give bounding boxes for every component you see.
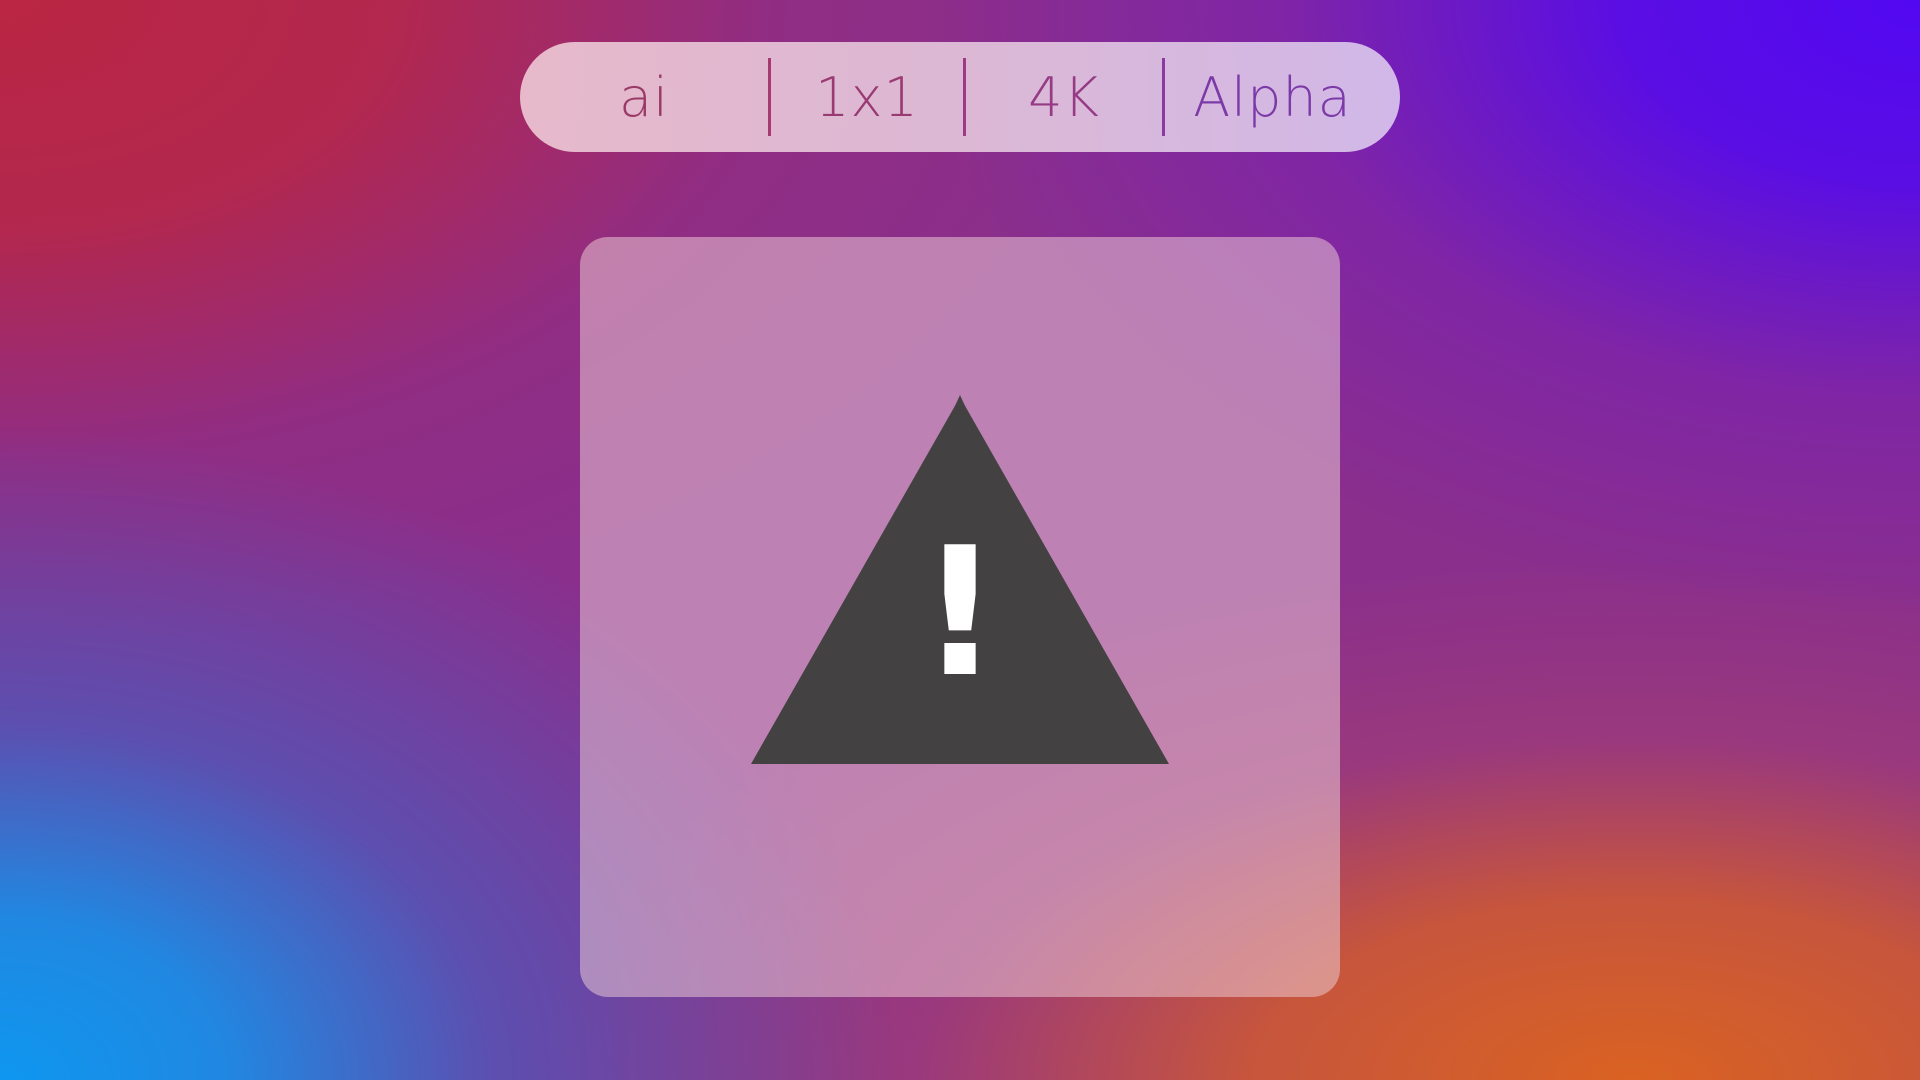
tag-aspect-ratio[interactable]: 1x1 — [771, 42, 963, 152]
warning-icon: ! — [751, 395, 1169, 764]
tag-bar: ai 1x1 4K Alpha — [520, 42, 1400, 152]
tag-ai[interactable]: ai — [520, 42, 768, 152]
tag-resolution[interactable]: 4K — [966, 42, 1162, 152]
tag-alpha[interactable]: Alpha — [1165, 42, 1400, 152]
exclamation-glyph: ! — [919, 509, 1000, 716]
image-placeholder-card: ! — [580, 237, 1340, 997]
